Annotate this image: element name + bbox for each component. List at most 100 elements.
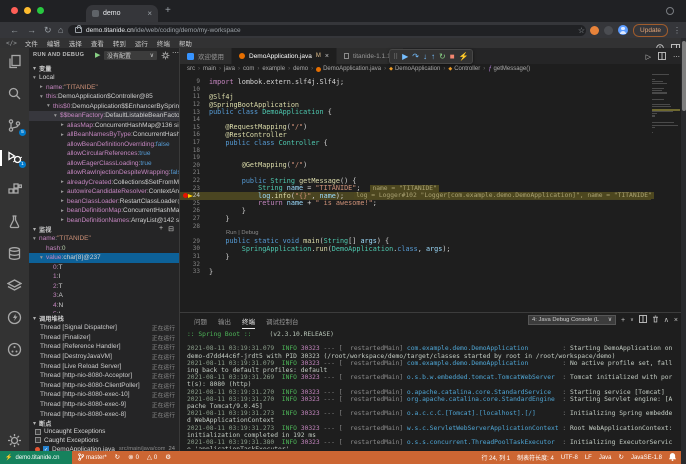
callstack-thread[interactable]: Thread [DestroyJavaVM]正在运行 [29,352,179,362]
variable-row[interactable]: ▸name: "TITANIDE" [29,83,179,93]
variables-section-header[interactable]: ▾变量 [29,63,179,73]
watch-row[interactable]: 3: A [29,291,179,301]
watch-row[interactable]: 4: N [29,301,179,311]
tab-close-icon[interactable]: × [147,10,152,18]
variable-row[interactable]: allowBeanDefinitionOverriding: false [29,140,179,150]
breakpoint-row[interactable]: Caught Exceptions [29,436,179,445]
variable-row[interactable]: ▸autowireCandidateResolver: ContextAnnot… [29,187,179,197]
search-icon[interactable] [7,86,23,102]
panel-tab-problems[interactable]: 问题 [194,316,207,329]
panel-tab-terminal[interactable]: 终端 [242,316,255,329]
status-item[interactable]: △0 [147,454,157,461]
testing-icon[interactable] [7,214,23,230]
terminal-output[interactable]: :: Spring Boot ::(v2.3.10.RELEASE)2021-0… [187,331,674,449]
debug-step-out-button[interactable]: ↑ [431,52,435,61]
debug-config-dropdown[interactable]: 没有配置∨ [104,51,157,60]
status-item[interactable]: Java [599,455,612,461]
close-panel-icon[interactable]: × [674,317,678,324]
extension-orange-icon[interactable] [590,26,599,35]
status-item[interactable]: ⊗0 [128,454,139,461]
watch-row[interactable]: hash: 0 [29,244,179,254]
breadcrumb-item[interactable]: ◆Controller [448,66,480,72]
callstack-section-header[interactable]: ▾调用堆栈 [29,313,179,323]
checkbox[interactable] [35,429,41,435]
watch-row[interactable]: 1: I [29,272,179,282]
extension-dark-icon[interactable] [604,26,613,35]
callstack-thread[interactable]: Thread [Reference Handler]正在运行 [29,342,179,352]
menu-terminal[interactable]: 终端 [157,38,170,48]
callstack-thread[interactable]: Thread [Live Reload Server]正在运行 [29,361,179,371]
checkbox[interactable] [35,437,41,443]
panel-tab-output[interactable]: 输出 [218,316,231,329]
breadcrumb-item[interactable]: demo [293,66,308,72]
callstack-thread[interactable]: Thread [http-nio-8080-exec-9]正在运行 [29,400,179,410]
page-scrollbar[interactable] [681,38,686,464]
debug-restart-button[interactable]: ↻ [439,52,446,61]
start-debug-icon[interactable]: ▶ [95,51,100,59]
menu-help[interactable]: 帮助 [179,38,192,48]
chevron-down-icon[interactable]: ∨ [630,317,634,323]
collapse-all-icon[interactable]: ⊟ [168,225,174,233]
variable-row[interactable]: allowEagerClassLoading: true [29,159,179,169]
status-item[interactable]: LF [585,455,592,461]
address-bar[interactable]: demo.titanide.cn/ide/web/coding/demo/my-… [68,25,586,36]
breakpoints-section-header[interactable]: ▾断点 [29,419,179,427]
split-editor-icon[interactable] [658,52,666,62]
remote-indicator[interactable]: ⚡ demo.titanide.cn [0,451,72,464]
breadcrumb-item[interactable]: example [262,66,285,72]
home-button[interactable]: ⌂ [58,25,63,35]
new-tab-button[interactable]: + [165,6,171,16]
browser-menu-icon[interactable]: ⋮ [673,26,681,35]
browser-tab[interactable]: demo × [86,5,158,22]
status-item[interactable] [669,453,676,463]
callstack-thread[interactable]: Thread [Signal Dispatcher]正在运行 [29,323,179,333]
callstack-thread[interactable]: Thread [http-nio-8080-ClientPoller]正在运行 [29,381,179,391]
new-terminal-icon[interactable]: + [621,317,625,324]
status-item[interactable]: 行 24, 列 1 [481,453,510,462]
menu-edit[interactable]: 编辑 [47,38,60,48]
breadcrumb-item[interactable]: src [187,66,195,72]
variable-row[interactable]: ▾Local [29,73,179,83]
watch-row[interactable]: ▾name: "TITANIDE" [29,234,179,244]
profile-icon[interactable] [666,7,674,15]
menu-view[interactable]: 查看 [91,38,104,48]
close-icon[interactable]: × [325,53,329,60]
watch-row[interactable]: 2: T [29,282,179,292]
bookmark-star-icon[interactable]: ☆ [578,26,585,35]
debug-gear-icon[interactable] [161,51,170,62]
window-zoom-button[interactable] [37,7,44,14]
variable-row[interactable]: ▸aliasMap: ConcurrentHashMap@136 size=1 [29,121,179,131]
split-terminal-icon[interactable] [639,315,647,325]
nodes-icon[interactable] [7,342,23,358]
extensions-icon[interactable] [7,182,23,198]
status-item[interactable]: ↻ [115,454,120,461]
debug-continue-button[interactable]: ▶ [402,52,408,61]
drag-handle-icon[interactable]: ⠿ [393,53,398,61]
variable-row[interactable]: ▸alreadyCreated: Collections$SetFromMap@… [29,178,179,188]
add-watch-icon[interactable]: + [159,225,163,233]
codelens[interactable]: Run | Debug [226,230,258,236]
callstack-thread[interactable]: Thread [http-nio-8080-exec-8]正在运行 [29,409,179,419]
variable-row[interactable]: ▾this: DemoApplication$Controller@85 [29,92,179,102]
status-item[interactable]: ↻ [619,454,624,461]
window-close-button[interactable] [11,7,18,14]
status-item[interactable]: master* [78,453,107,463]
run-and-debug-icon[interactable]: 1 [7,150,23,166]
breakpoint-row[interactable]: Uncaught Exceptions [29,427,179,436]
minimap[interactable] [651,74,681,144]
variable-row[interactable]: ▸beanClassLoader: RestartClassLoader@140 [29,197,179,207]
menu-selection[interactable]: 选择 [69,38,82,48]
avatar[interactable] [618,25,628,35]
tab-welcome[interactable]: 欢迎使用 [180,48,232,64]
run-file-icon[interactable]: ▷ [646,53,651,61]
variable-row[interactable]: allowRawInjectionDespiteWrapping: false [29,168,179,178]
maximize-panel-icon[interactable]: ∧ [664,316,669,324]
breadcrumb-item[interactable]: DemoApplication.java [316,66,381,72]
database-icon[interactable] [7,246,23,262]
layers-icon[interactable] [7,278,23,294]
breadcrumb-item[interactable]: ◆DemoApplication [389,66,440,72]
code-area[interactable]: 9import lombok.extern.slf4j.Slf4j;1011@S… [180,74,686,312]
kill-terminal-icon[interactable] [652,315,659,325]
callstack-thread[interactable]: Thread [http-nio-8080-exec-10]正在运行 [29,390,179,400]
window-minimize-button[interactable] [24,7,31,14]
